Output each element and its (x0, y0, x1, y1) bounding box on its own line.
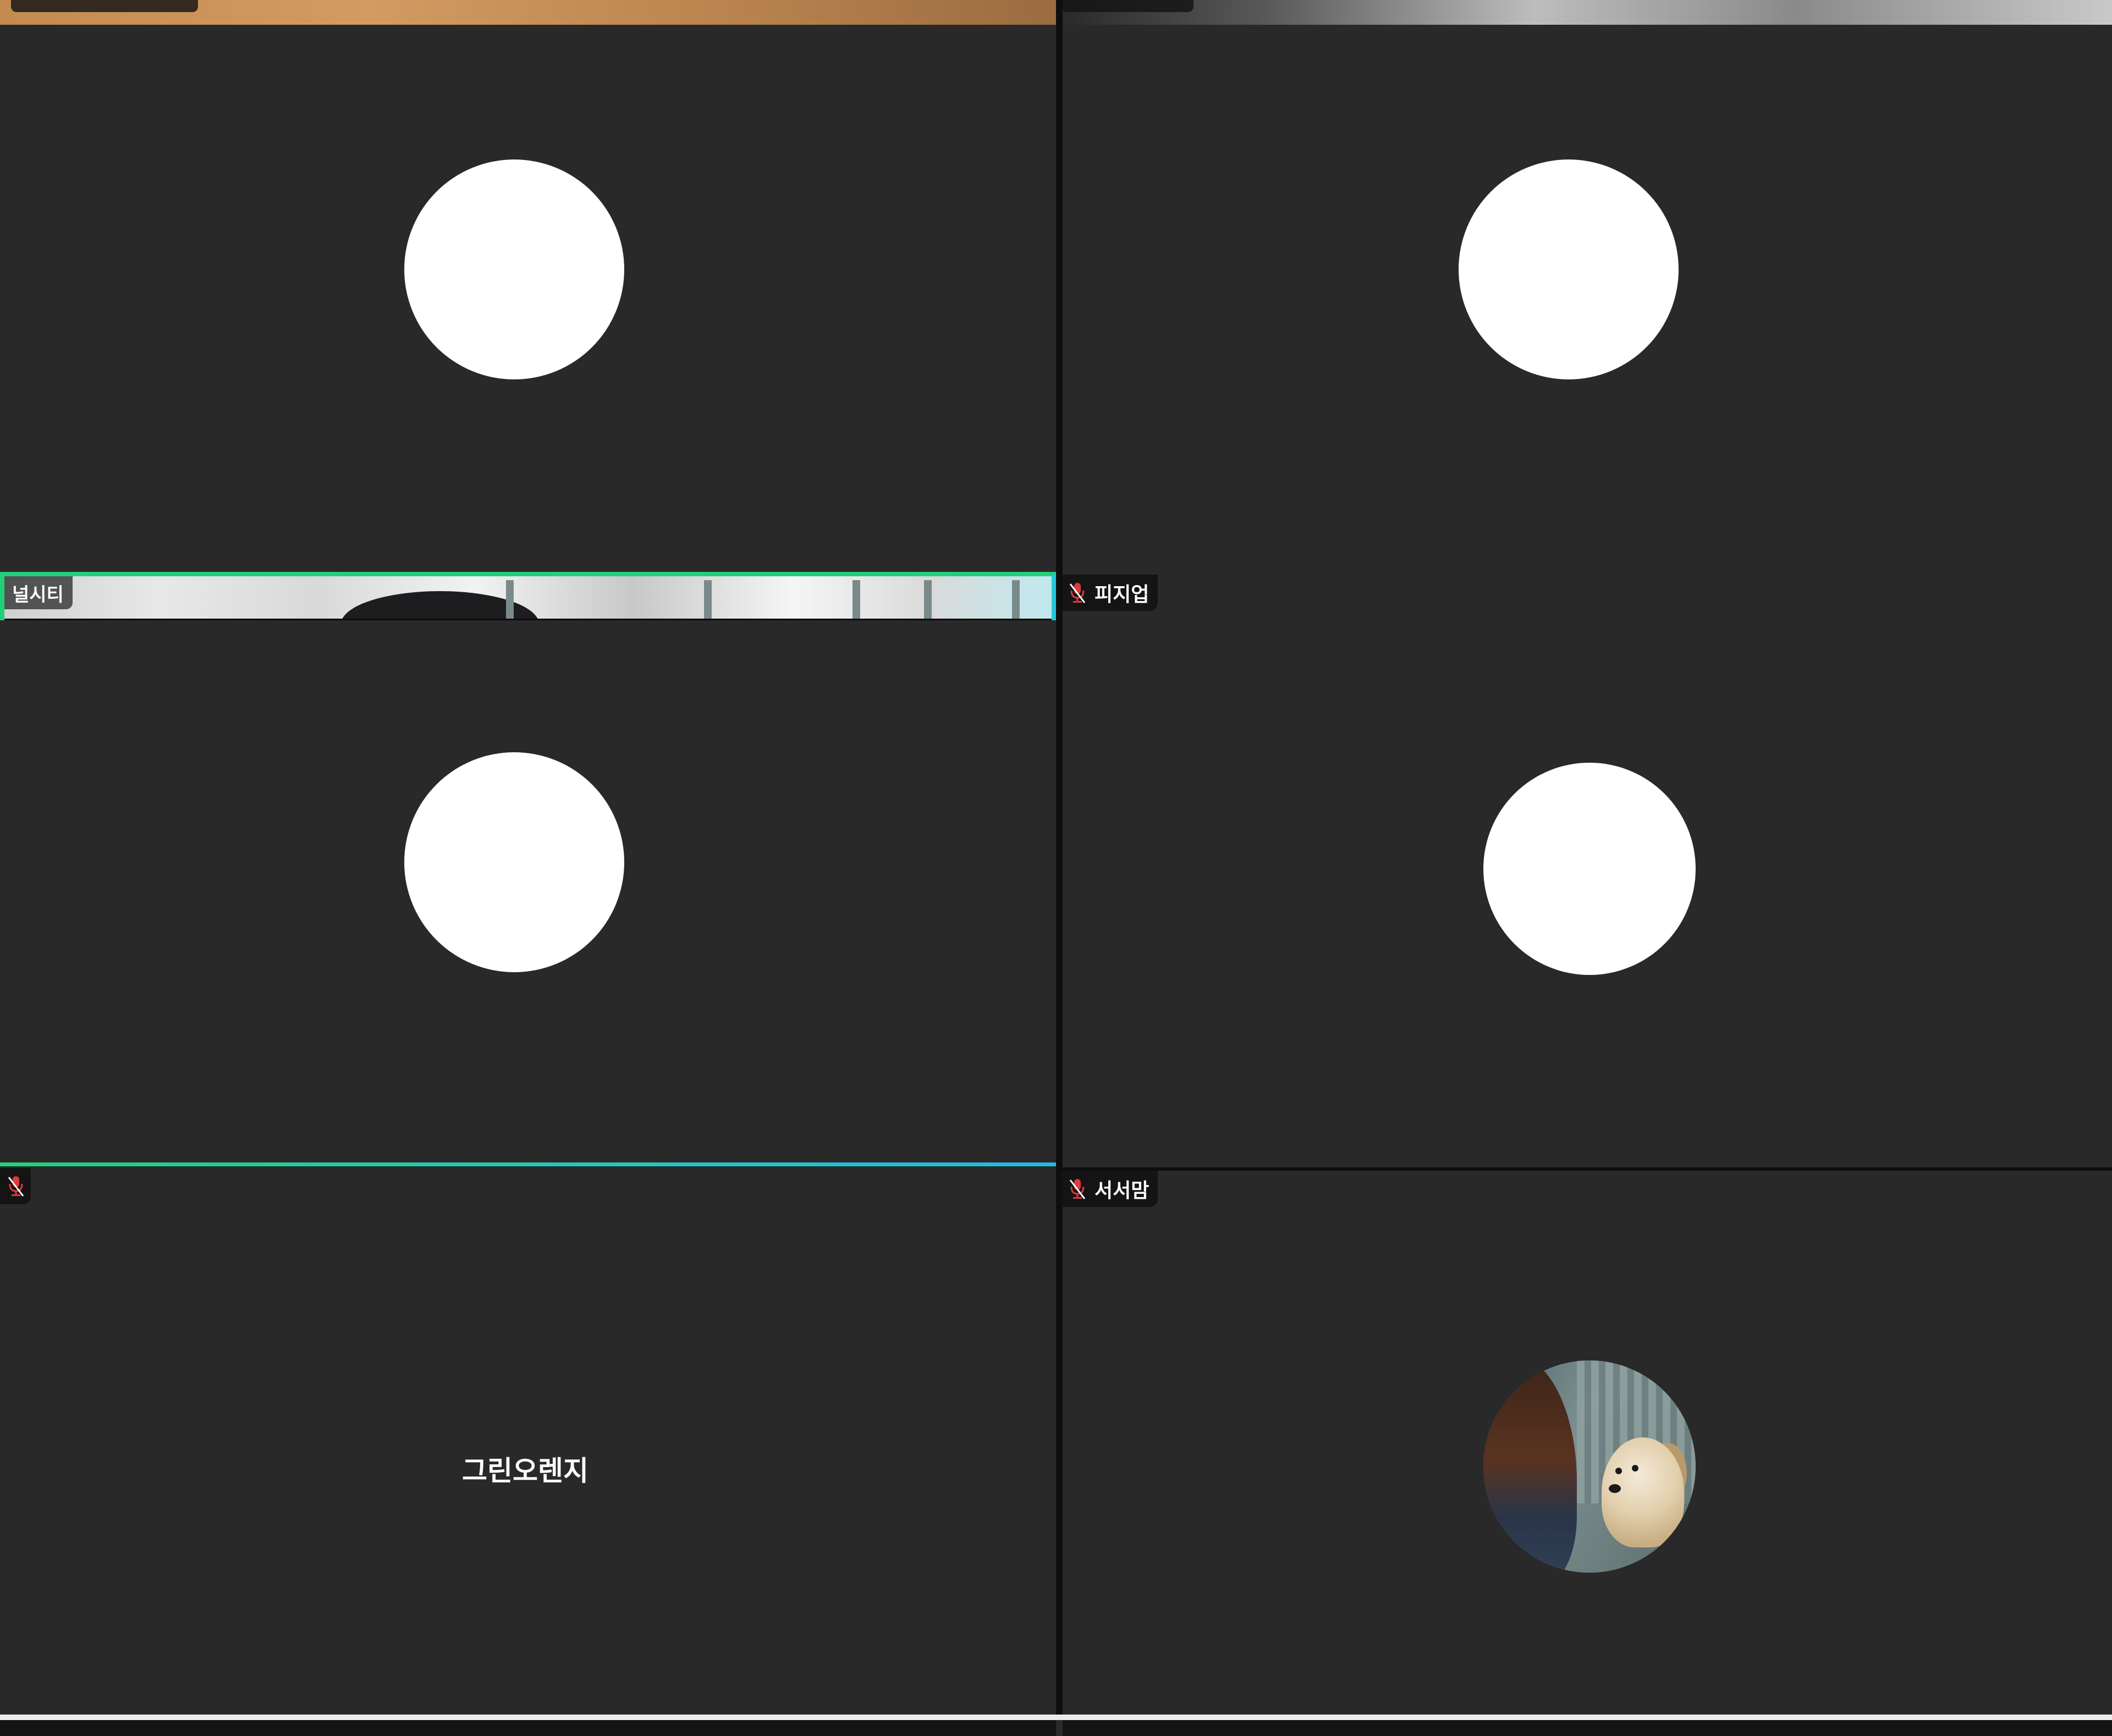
avatar-photo-person (1483, 1360, 1577, 1573)
participant-tile-3[interactable] (0, 620, 1056, 1162)
participant-name: 널시티 (12, 583, 64, 606)
tile-divider (1056, 0, 1063, 1715)
avatar (404, 752, 624, 972)
participant-name-tag (0, 1168, 31, 1204)
avatar (1459, 159, 1679, 379)
avatar (1483, 763, 1696, 975)
name-tag-cropped (1062, 0, 1194, 12)
video-feed-strip[interactable] (1062, 0, 2112, 25)
avatar (1483, 1360, 1696, 1573)
mic-muted-icon (1068, 1177, 1087, 1201)
participant-name-tag: 서서맘 (1060, 1171, 1158, 1207)
active-speaker-border (0, 572, 1056, 620)
active-speaker-indicator (0, 1162, 1056, 1166)
participant-name: 피지업 (1094, 583, 1150, 606)
tile-divider (1056, 1720, 1063, 1736)
participant-display-name: 그린오렌지 (462, 1455, 588, 1487)
participant-tile-4[interactable] (1063, 575, 2112, 1167)
mic-muted-icon (7, 1174, 25, 1198)
avatar (404, 159, 624, 379)
avatar-photo-dog-eye (1632, 1465, 1638, 1472)
participant-name-tag: 피지업 (1060, 575, 1158, 611)
participant-tile-2[interactable] (1063, 25, 2112, 619)
mic-muted-icon (1068, 581, 1087, 605)
name-tag-cropped (11, 0, 198, 12)
participant-name-tag: 널시티 (4, 576, 73, 609)
participant-tile-6[interactable] (1063, 1171, 2112, 1715)
avatar-photo-dog-eye (1615, 1468, 1622, 1474)
participant-tile-5[interactable]: 그린오렌지 (0, 1166, 1056, 1715)
avatar-photo-dog-nose (1609, 1484, 1621, 1493)
video-gallery: 널시티 피지업 그린오렌지 서서맘 (0, 0, 2112, 1736)
participant-tile-1[interactable] (0, 25, 1056, 575)
participant-name: 서서맘 (1094, 1180, 1150, 1202)
gallery-bottom-edge (0, 1715, 2112, 1720)
